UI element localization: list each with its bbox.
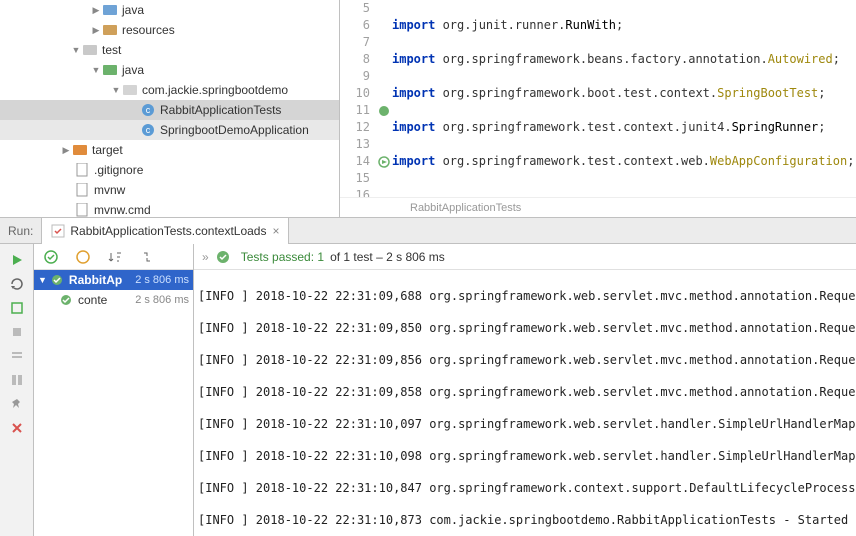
tree-file-mvnwcmd[interactable]: mvnw.cmd [0, 200, 339, 217]
tree-folder-target[interactable]: ▶target [0, 140, 339, 160]
tree-file-mvnw[interactable]: mvnw [0, 180, 339, 200]
tree-file-sbdemo-tests[interactable]: c SpringbootDemoApplication [0, 120, 339, 140]
run-panel-header: Run: RabbitApplicationTests.contextLoads… [0, 218, 856, 244]
close-icon[interactable]: × [272, 224, 279, 238]
tree-label: target [92, 143, 123, 157]
tree-folder-resources[interactable]: ▶resources [0, 20, 339, 40]
test-item[interactable]: conte 2 s 806 ms [34, 290, 193, 310]
test-toolbar [34, 244, 193, 270]
code-editor[interactable]: 567891011121314151617 import org.junit.r… [340, 0, 856, 217]
tree-label: mvnw.cmd [94, 203, 151, 217]
layout-button[interactable] [4, 368, 30, 392]
tree-label: .gitignore [94, 163, 143, 177]
svg-text:c: c [146, 105, 151, 115]
run-tab-label: RabbitApplicationTests.contextLoads [70, 224, 266, 238]
tree-label: java [122, 3, 144, 17]
svg-text:c: c [146, 125, 151, 135]
code-area[interactable]: import org.junit.runner.RunWith; import … [392, 0, 856, 197]
tree-label: com.jackie.springbootdemo [142, 83, 288, 97]
run-gutter-icon[interactable] [376, 153, 392, 170]
tree-label: java [122, 63, 144, 77]
toggle-auto-test-button[interactable] [4, 296, 30, 320]
tests-passed-label: Tests passed: 1 [241, 250, 324, 264]
tree-label: test [102, 43, 121, 57]
project-tree[interactable]: ▶java ▶resources ▼test ▼java ▼com.jackie… [0, 0, 340, 217]
tree-folder-test[interactable]: ▼test [0, 40, 339, 60]
show-ignored-button[interactable] [70, 245, 96, 269]
tree-folder-java[interactable]: ▶java [0, 0, 339, 20]
console-panel: » Tests passed: 1 of 1 test – 2 s 806 ms… [194, 244, 856, 536]
run-label: Run: [0, 224, 41, 238]
test-root[interactable]: ▼ RabbitAp 2 s 806 ms [34, 270, 193, 290]
show-passed-button[interactable] [38, 245, 64, 269]
tree-file-gitignore[interactable]: .gitignore [0, 160, 339, 180]
tree-file-rabbit-tests[interactable]: c RabbitApplicationTests [0, 100, 339, 120]
test-pass-icon [49, 272, 65, 288]
test-time: 2 s 806 ms [135, 294, 193, 306]
close-panel-button[interactable] [4, 416, 30, 440]
tree-package[interactable]: ▼com.jackie.springbootdemo [0, 80, 339, 100]
expand-button[interactable] [134, 245, 160, 269]
run-toolbar [0, 244, 34, 536]
sort-button[interactable] [102, 245, 128, 269]
console-status-bar: » Tests passed: 1 of 1 test – 2 s 806 ms [194, 244, 856, 270]
test-config-icon [50, 223, 66, 239]
tree-label: SpringbootDemoApplication [160, 123, 309, 137]
rerun-button[interactable] [4, 248, 30, 272]
gutter-marks [376, 0, 392, 197]
test-name: conte [78, 293, 107, 307]
run-gutter-icon[interactable] [376, 102, 392, 119]
run-tab[interactable]: RabbitApplicationTests.contextLoads × [41, 218, 288, 244]
tests-total-label: of 1 test – 2 s 806 ms [330, 250, 445, 264]
pin-button[interactable] [4, 392, 30, 416]
test-tree-panel: ▼ RabbitAp 2 s 806 ms conte 2 s 806 ms [34, 244, 194, 536]
breadcrumb[interactable]: RabbitApplicationTests [340, 197, 856, 217]
line-numbers: 567891011121314151617 [340, 0, 376, 197]
rerun-failed-button[interactable] [4, 272, 30, 296]
test-pass-icon [58, 292, 74, 308]
tests-passed-icon [215, 249, 231, 265]
test-name: RabbitAp [69, 273, 122, 287]
tree-label: RabbitApplicationTests [160, 103, 281, 117]
dump-threads-button[interactable] [4, 344, 30, 368]
stop-button[interactable] [4, 320, 30, 344]
tree-folder-java-test[interactable]: ▼java [0, 60, 339, 80]
tree-label: resources [122, 23, 175, 37]
test-time: 2 s 806 ms [135, 274, 193, 286]
tree-label: mvnw [94, 183, 125, 197]
console-output[interactable]: [INFO ] 2018-10-22 22:31:09,688 org.spri… [194, 270, 856, 536]
